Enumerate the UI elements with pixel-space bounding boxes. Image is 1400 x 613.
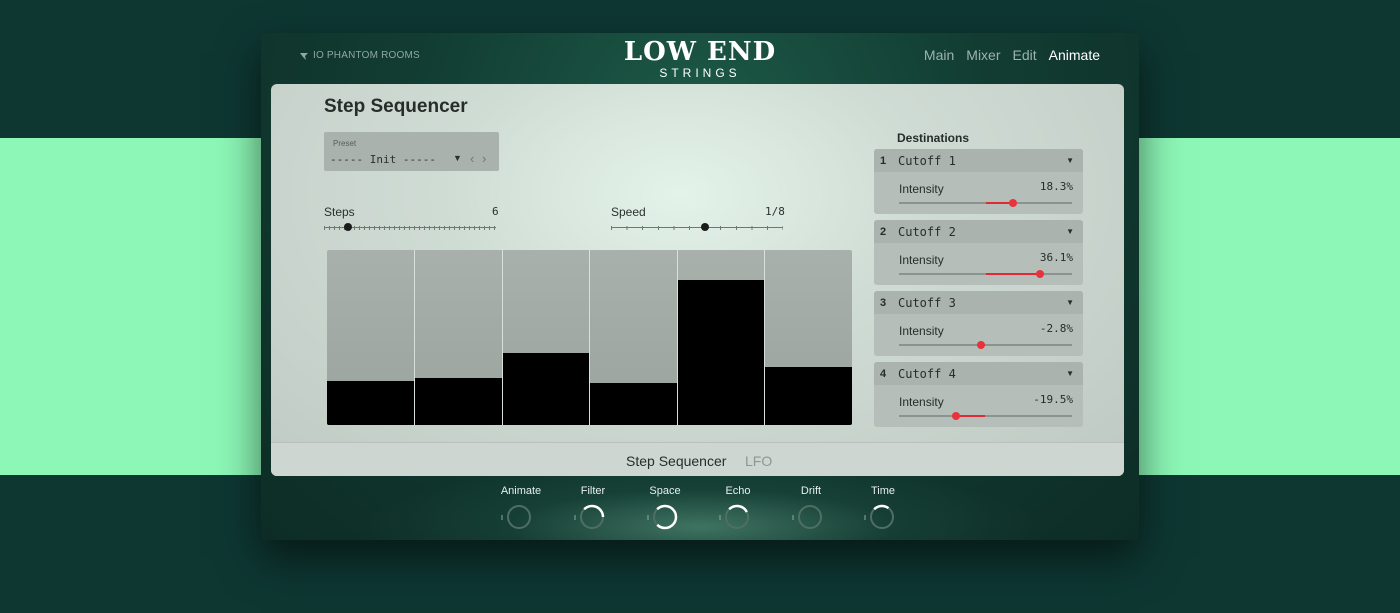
steps-label: Steps [324, 205, 355, 219]
destination-name: Cutoff 2 [898, 225, 956, 239]
macro-label-animate: Animate [500, 485, 542, 497]
step-bar[interactable] [414, 377, 502, 425]
intensity-label: Intensity [899, 253, 944, 267]
step-column[interactable] [414, 250, 502, 425]
macro-label-drift: Drift [800, 485, 822, 497]
intensity-label: Intensity [899, 395, 944, 409]
preset-value: ----- Init ----- [330, 153, 436, 166]
tab-step-sequencer[interactable]: Step Sequencer [626, 453, 726, 469]
intensity-slider-handle[interactable] [952, 412, 961, 420]
macro-knob[interactable] [507, 505, 531, 529]
step-bar[interactable] [327, 381, 415, 425]
steps-slider-handle[interactable] [344, 223, 352, 231]
step-divider [414, 250, 415, 425]
intensity-slider-track[interactable] [899, 344, 1072, 346]
step-column[interactable] [327, 250, 415, 425]
step-column[interactable] [502, 250, 590, 425]
destination-number: 3 [880, 297, 887, 309]
chevron-down-icon[interactable]: ▼ [1066, 298, 1074, 307]
steps-value: 6 [492, 205, 499, 218]
preset-label: Preset [333, 139, 357, 148]
macro-knob-arc [728, 504, 748, 513]
destination-selector[interactable]: 4 Cutoff 4 ▼ [874, 362, 1083, 385]
speed-slider-track[interactable] [611, 227, 783, 228]
destination-selector[interactable]: 2 Cutoff 2 ▼ [874, 220, 1083, 243]
preset-selector[interactable]: Preset ----- Init ----- ▼ ‹ › [324, 132, 499, 171]
macro-label-echo: Echo [725, 485, 751, 497]
chevron-down-icon[interactable]: ▼ [1066, 156, 1074, 165]
speed-slider-handle[interactable] [701, 223, 709, 231]
intensity-slider-handle[interactable] [977, 341, 986, 349]
preset-dropdown-icon[interactable]: ▼ [453, 153, 462, 163]
mode-tabs: Step Sequencer LFO [271, 442, 1124, 476]
destinations-title: Destinations [897, 131, 970, 145]
step-bar[interactable] [677, 279, 765, 425]
step-grid[interactable] [327, 250, 852, 425]
destination-selector[interactable]: 1 Cutoff 1 ▼ [874, 149, 1083, 172]
intensity-label: Intensity [899, 324, 944, 338]
destination-name: Cutoff 3 [898, 296, 956, 310]
speed-label: Speed [611, 205, 646, 219]
destination-name: Cutoff 4 [898, 367, 956, 381]
macro-label-space: Space [649, 485, 681, 497]
step-column[interactable] [589, 250, 677, 425]
macro-knob-arc [583, 504, 605, 518]
macro-label-time: Time [870, 485, 896, 497]
intensity-slider-handle[interactable] [1008, 199, 1017, 207]
step-divider [764, 250, 765, 425]
intensity-slider-track[interactable] [899, 415, 1072, 417]
step-bar[interactable] [589, 383, 677, 425]
intensity-value: 36.1% [1039, 251, 1073, 264]
destination-card: 3 Cutoff 3 ▼ Intensity -2.8% [874, 291, 1083, 356]
destination-number: 1 [880, 155, 887, 167]
tab-lfo[interactable]: LFO [745, 453, 772, 469]
chevron-down-icon[interactable]: ▼ [1066, 227, 1074, 236]
macro-label-filter: Filter [580, 485, 606, 497]
destination-card: 1 Cutoff 1 ▼ Intensity 18.3% [874, 149, 1083, 214]
destination-number: 4 [880, 368, 887, 380]
panel-title: Step Sequencer [324, 96, 468, 117]
speed-value: 1/8 [765, 205, 785, 218]
step-sequencer-panel: Step Sequencer Preset ----- Init ----- ▼… [271, 84, 1124, 476]
destination-number: 2 [880, 226, 887, 238]
macro-knob[interactable] [798, 505, 822, 529]
preset-next-icon[interactable]: › [482, 151, 486, 166]
intensity-value: -2.8% [1039, 322, 1073, 335]
destination-name: Cutoff 1 [898, 154, 956, 168]
macro-knob-arc [873, 504, 890, 511]
intensity-label: Intensity [899, 182, 944, 196]
step-bar[interactable] [502, 353, 590, 425]
step-divider [676, 250, 678, 425]
destination-card: 4 Cutoff 4 ▼ Intensity -19.5% [874, 362, 1083, 427]
preset-prev-icon[interactable]: ‹ [470, 151, 474, 166]
destination-selector[interactable]: 3 Cutoff 3 ▼ [874, 291, 1083, 314]
intensity-slider-fill [956, 415, 986, 417]
step-column[interactable] [677, 250, 765, 425]
intensity-slider-handle[interactable] [1035, 270, 1044, 278]
intensity-value: 18.3% [1039, 180, 1073, 193]
intensity-slider-fill [985, 273, 1040, 275]
macro-knob-arc [656, 504, 678, 530]
step-column[interactable] [764, 250, 852, 425]
chevron-down-icon[interactable]: ▼ [1066, 369, 1074, 378]
intensity-value: -19.5% [1033, 393, 1073, 406]
step-bar[interactable] [764, 367, 852, 425]
step-divider [501, 250, 503, 425]
destination-card: 2 Cutoff 2 ▼ Intensity 36.1% [874, 220, 1083, 285]
step-divider [589, 250, 590, 425]
